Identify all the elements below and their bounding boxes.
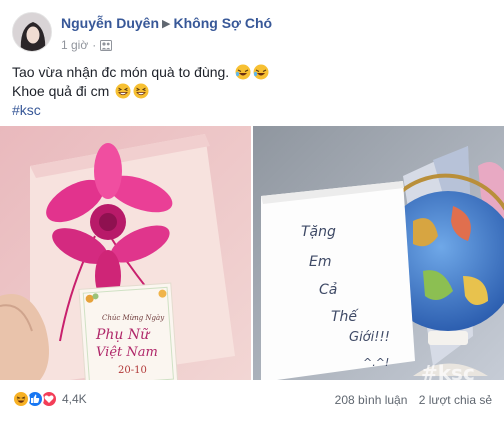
- photo-globe[interactable]: Tặng Em Cả Thế Giới!!! ^.^! #ksc: [253, 126, 504, 380]
- grinning-squint-emoji-icon: [133, 83, 149, 99]
- card-text-1: Chúc Mừng Ngày: [102, 314, 165, 322]
- post-line-1: Tao vừa nhận đc món quà to đùng.: [12, 63, 492, 82]
- post-stats: 208 bình luận 2 lượt chia sẻ: [327, 393, 492, 407]
- group-icon[interactable]: [100, 39, 113, 51]
- reactions-summary[interactable]: 4,4K: [12, 390, 87, 408]
- post-line-2: Khoe quả đi cm: [12, 82, 492, 101]
- reaction-count[interactable]: 4,4K: [62, 392, 87, 406]
- card-word-5: Giới!!!: [349, 330, 390, 345]
- post-body: Tao vừa nhận đc món quà to đùng. Khoe qu…: [12, 63, 492, 120]
- post-meta: 1 giờ ·: [61, 38, 113, 52]
- group-name[interactable]: Không Sợ Chó: [173, 15, 272, 31]
- card-word-4: Thế: [331, 308, 359, 325]
- hashtag-link[interactable]: #ksc: [12, 101, 492, 120]
- photo-grid: Chúc Mừng Ngày Phụ Nữ Việt Nam 20-10 Tặn…: [0, 126, 504, 380]
- author-avatar[interactable]: [12, 12, 52, 52]
- facebook-post: Nguyễn Duyên ▶ Không Sợ Chó 1 giờ · Tao vừ…: [0, 0, 504, 421]
- card-text-2: Phụ Nữ: [95, 327, 151, 343]
- card-word-6: ^.^!: [363, 356, 389, 369]
- card-text-3: Việt Nam: [96, 345, 158, 360]
- rolling-laughing-emoji-icon: [235, 64, 251, 80]
- rolling-laughing-emoji-icon: [253, 64, 269, 80]
- author-line: Nguyễn Duyên ▶ Không Sợ Chó: [61, 15, 272, 31]
- post-time[interactable]: 1 giờ: [61, 38, 88, 52]
- share-count[interactable]: 2 lượt chia sẻ: [419, 393, 492, 407]
- meta-separator: ·: [92, 38, 97, 52]
- haha-reaction-icon: [12, 390, 30, 408]
- card-word-2: Em: [309, 254, 331, 270]
- grinning-squint-emoji-icon: [115, 83, 131, 99]
- comment-count[interactable]: 208 bình luận: [335, 393, 408, 407]
- card-word-3: Cả: [319, 282, 337, 298]
- card-word-1: Tặng: [301, 224, 336, 240]
- photo-gift-box[interactable]: Chúc Mừng Ngày Phụ Nữ Việt Nam 20-10: [0, 126, 251, 380]
- card-text-4: 20-10: [118, 365, 147, 376]
- watermark: #ksc: [421, 361, 475, 380]
- author-name[interactable]: Nguyễn Duyên: [61, 15, 159, 31]
- caret-right-icon: ▶: [162, 18, 171, 30]
